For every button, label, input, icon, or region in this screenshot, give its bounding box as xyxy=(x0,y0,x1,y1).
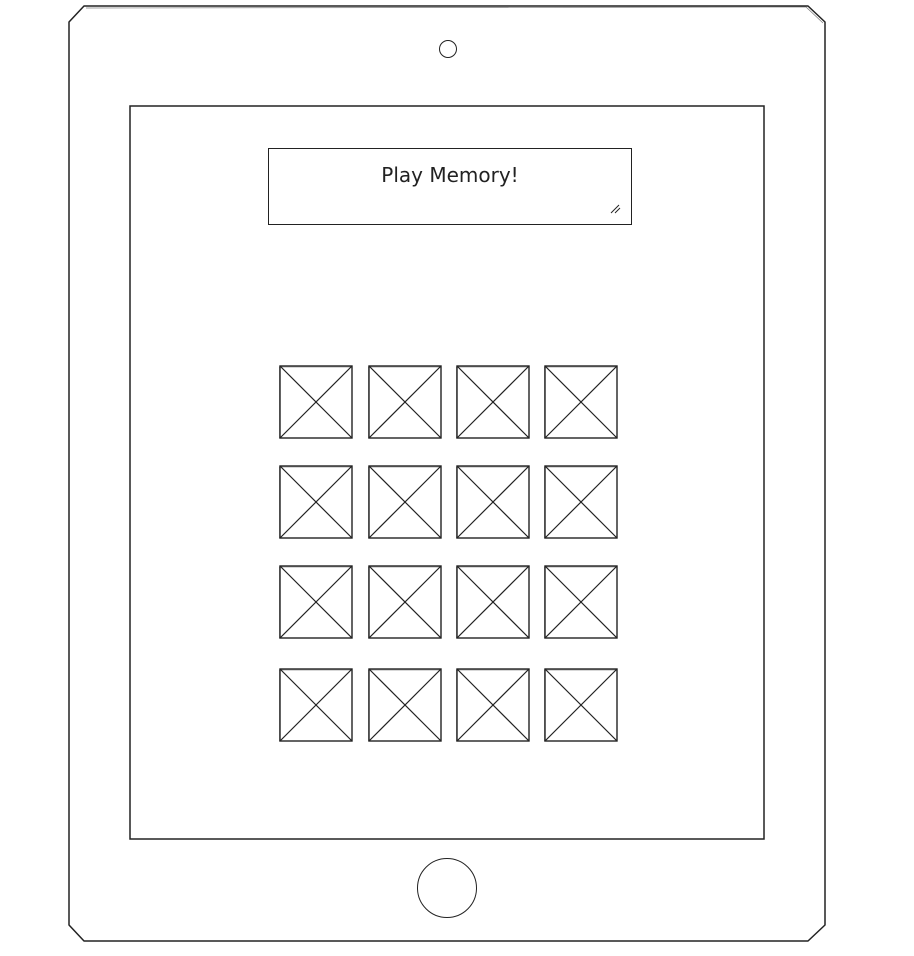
camera-icon xyxy=(439,40,457,58)
image-placeholder-icon xyxy=(368,565,442,639)
image-placeholder-icon xyxy=(368,668,442,742)
memory-card[interactable] xyxy=(368,565,442,639)
page-title: Play Memory! xyxy=(381,163,519,187)
memory-card[interactable] xyxy=(368,668,442,742)
memory-card[interactable] xyxy=(544,668,618,742)
image-placeholder-icon xyxy=(544,565,618,639)
image-placeholder-icon xyxy=(456,465,530,539)
memory-card[interactable] xyxy=(544,465,618,539)
image-placeholder-icon xyxy=(456,565,530,639)
memory-card[interactable] xyxy=(456,668,530,742)
image-placeholder-icon xyxy=(544,668,618,742)
image-placeholder-icon xyxy=(368,465,442,539)
memory-card[interactable] xyxy=(544,365,618,439)
memory-card[interactable] xyxy=(368,465,442,539)
image-placeholder-icon xyxy=(456,365,530,439)
image-placeholder-icon xyxy=(544,465,618,539)
image-placeholder-icon xyxy=(279,465,353,539)
memory-card[interactable] xyxy=(456,565,530,639)
image-placeholder-icon xyxy=(544,365,618,439)
memory-card[interactable] xyxy=(279,565,353,639)
home-button-icon[interactable] xyxy=(417,858,477,918)
image-placeholder-icon xyxy=(456,668,530,742)
memory-card[interactable] xyxy=(279,365,353,439)
memory-card[interactable] xyxy=(456,465,530,539)
memory-card[interactable] xyxy=(544,565,618,639)
image-placeholder-icon xyxy=(368,365,442,439)
memory-card[interactable] xyxy=(368,365,442,439)
resize-grip-icon[interactable] xyxy=(609,202,621,214)
image-placeholder-icon xyxy=(279,565,353,639)
memory-card[interactable] xyxy=(279,465,353,539)
title-textarea[interactable]: Play Memory! xyxy=(268,148,632,225)
memory-card[interactable] xyxy=(279,668,353,742)
memory-card[interactable] xyxy=(456,365,530,439)
image-placeholder-icon xyxy=(279,365,353,439)
image-placeholder-icon xyxy=(279,668,353,742)
